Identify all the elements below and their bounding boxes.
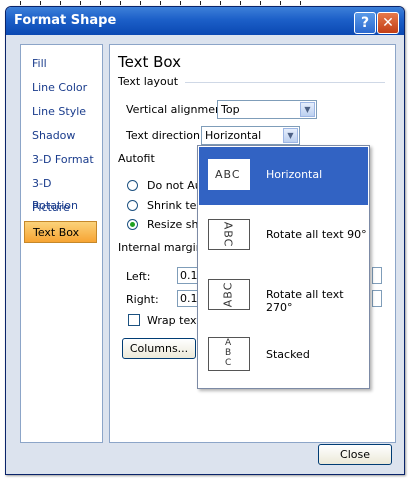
- menu-item-horizontal[interactable]: ABC Horizontal: [199, 147, 368, 205]
- panel-title: Text Box: [118, 53, 181, 71]
- stacked-letter: C: [225, 358, 233, 368]
- text-layout-heading: Text layout: [118, 75, 179, 88]
- autofit-do-not-radio[interactable]: [127, 180, 138, 191]
- wrap-text-checkbox[interactable]: [128, 314, 140, 326]
- bottom-margin-input-edge[interactable]: [372, 290, 382, 307]
- menu-item-label: Rotate all text 90°: [266, 228, 367, 241]
- sidebar-item-text-box[interactable]: Text Box: [24, 221, 97, 243]
- vertical-alignment-select[interactable]: Top ▼: [217, 100, 317, 119]
- menu-item-label: Stacked: [266, 348, 310, 361]
- internal-margin-heading: Internal margin: [118, 241, 203, 254]
- text-direction-label: Text direction:: [126, 129, 204, 142]
- autofit-heading: Autofit: [118, 152, 155, 165]
- sidebar-item-3d-format[interactable]: 3-D Format: [24, 149, 97, 171]
- right-margin-label: Right:: [126, 293, 159, 306]
- sidebar-item-shadow[interactable]: Shadow: [24, 125, 97, 147]
- menu-item-label: Horizontal: [266, 168, 323, 181]
- chevron-down-icon[interactable]: ▼: [300, 102, 315, 117]
- text-direction-value: Horizontal: [205, 129, 262, 142]
- vertical-alignment-label: Vertical alignment:: [126, 103, 230, 116]
- title-bar[interactable]: Format Shape ? ✕: [6, 7, 404, 35]
- menu-item-stacked[interactable]: A B C Stacked: [199, 327, 368, 385]
- sidebar-item-line-style[interactable]: Line Style: [24, 101, 97, 123]
- rotate-270-text-icon: ABC: [208, 279, 250, 310]
- stacked-letter: B: [225, 348, 233, 358]
- close-window-button[interactable]: ✕: [377, 12, 399, 34]
- help-button[interactable]: ?: [354, 12, 376, 34]
- menu-item-rotate-270[interactable]: ABC Rotate all text 270°: [199, 267, 368, 325]
- autofit-shrink-radio[interactable]: [127, 200, 138, 211]
- sidebar-item-picture[interactable]: Picture: [24, 197, 97, 219]
- text-direction-menu: ABC Horizontal ABC Rotate all text 90° A…: [197, 145, 370, 389]
- stacked-text-icon: A B C: [208, 337, 250, 371]
- chevron-down-icon[interactable]: ▼: [283, 128, 298, 143]
- rotate-90-sample: ABC: [221, 221, 235, 248]
- rotate-90-text-icon: ABC: [208, 219, 250, 250]
- wrap-text-label: Wrap text: [147, 314, 201, 327]
- section-divider: [185, 82, 385, 83]
- horizontal-text-icon: ABC: [208, 159, 250, 190]
- autofit-resize-radio[interactable]: [127, 219, 138, 230]
- menu-item-rotate-90[interactable]: ABC Rotate all text 90°: [199, 207, 368, 265]
- columns-button[interactable]: Columns...: [122, 338, 196, 359]
- stacked-letter: A: [225, 338, 233, 348]
- vertical-alignment-value: Top: [221, 103, 240, 116]
- menu-item-label: Rotate all text 270°: [266, 288, 344, 314]
- sidebar-item-3d-rotation[interactable]: 3-D Rotation: [24, 173, 97, 212]
- close-button[interactable]: Close: [318, 444, 392, 465]
- sidebar-item-line-color[interactable]: Line Color: [24, 77, 97, 99]
- sidebar-item-fill[interactable]: Fill: [24, 53, 97, 75]
- category-sidebar: Fill Line Color Line Style Shadow 3-D Fo…: [20, 44, 103, 443]
- top-margin-input-edge[interactable]: [372, 267, 382, 284]
- dialog-title: Format Shape: [14, 13, 117, 28]
- rotate-270-sample: ABC: [221, 281, 235, 308]
- left-margin-label: Left:: [126, 270, 151, 283]
- horizontal-sample: ABC: [215, 168, 241, 181]
- text-direction-select[interactable]: Horizontal ▼: [201, 126, 300, 145]
